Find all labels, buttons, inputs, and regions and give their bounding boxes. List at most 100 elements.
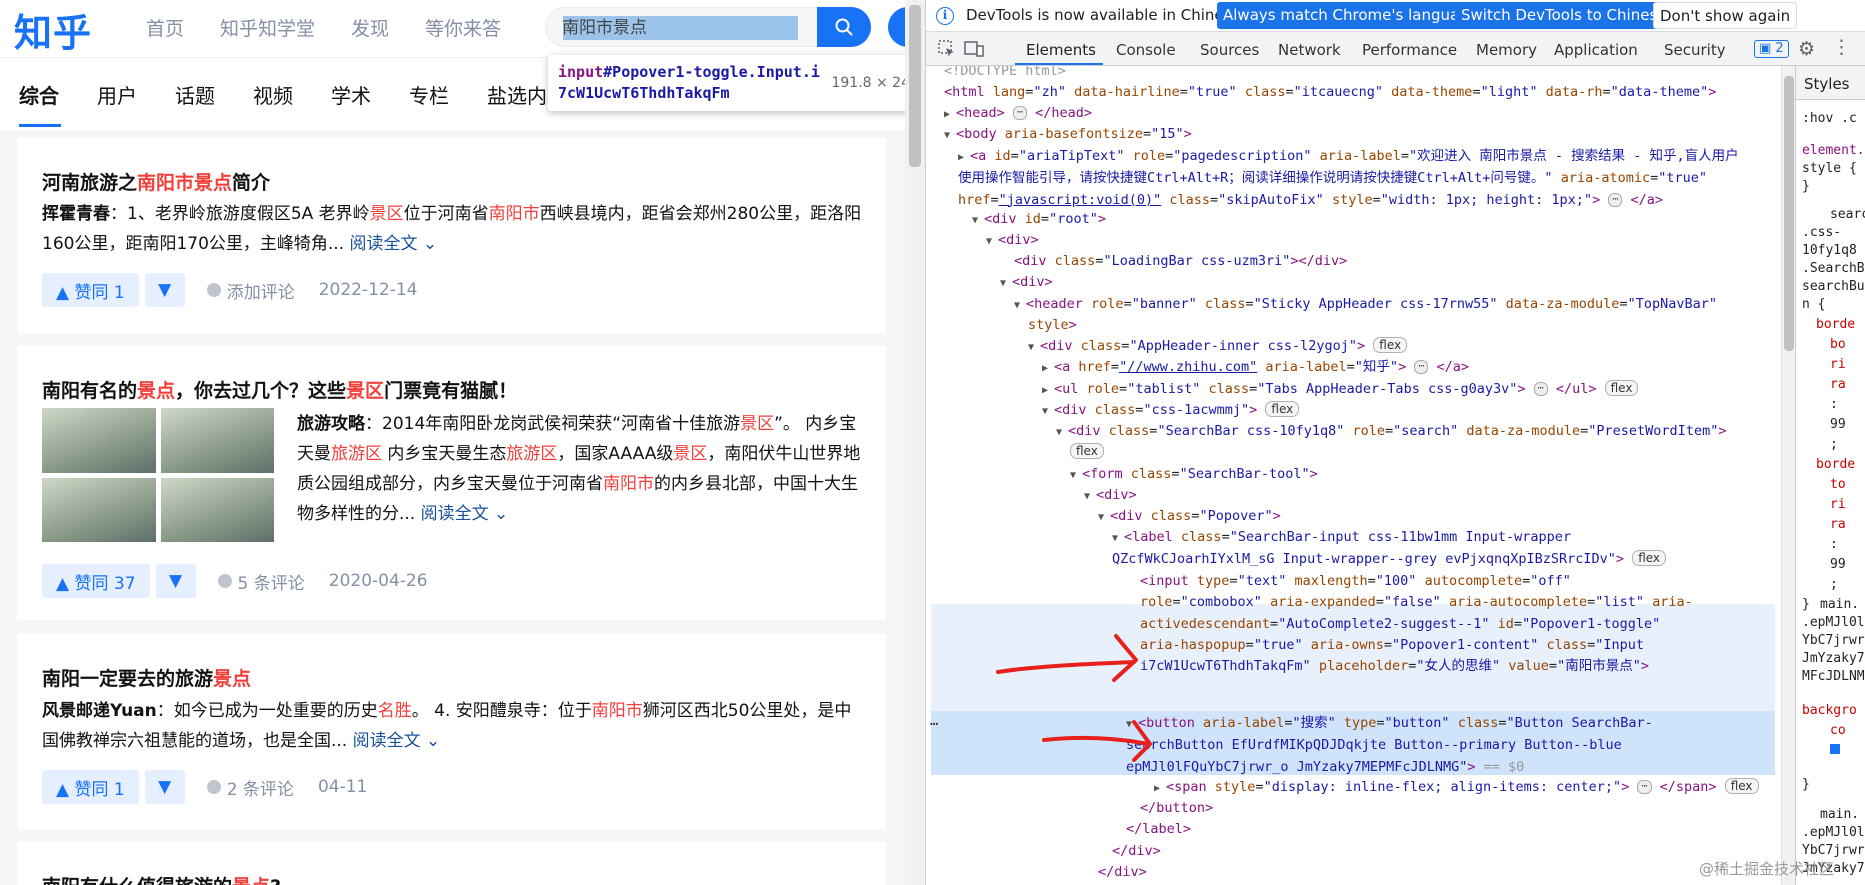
tab-elements[interactable]: Elements xyxy=(1026,41,1096,59)
result-actions: ▲ 赞同 1 ▼ 添加评论 2022-12-14 xyxy=(42,273,418,307)
result-title[interactable]: 南阳有名的景点，你去过几个？这些景区门票竟有猫腻！ xyxy=(42,376,517,403)
tab-columns[interactable]: 专栏 xyxy=(409,80,449,109)
dom-node[interactable]: ▼ <div> xyxy=(1084,485,1781,506)
tab-topics[interactable]: 话题 xyxy=(175,80,215,109)
dom-node[interactable]: ▼ <div> xyxy=(1000,272,1781,293)
downvote-button[interactable]: ▼ xyxy=(144,273,185,307)
dom-node[interactable]: </div> xyxy=(1098,862,1781,883)
zhihu-logo[interactable]: 知乎 xyxy=(14,2,92,57)
tab-application[interactable]: Application xyxy=(1554,41,1638,59)
inspect-element-tooltip: input#Popover1-toggle.Input.i7cW1UcwT6Th… xyxy=(548,55,905,111)
downvote-button[interactable]: ▼ xyxy=(155,564,196,598)
dom-node[interactable]: ▼ <div class="Popover"> xyxy=(1098,506,1781,527)
nav-discover[interactable]: 发现 xyxy=(351,14,389,41)
dom-node[interactable]: ▼ <div class="SearchBar css-10fy1q8" role… xyxy=(1056,421,1781,442)
result-excerpt[interactable]: 旅游攻略：2014年南阳卧龙岗武侯祠荣获“河南省十佳旅游景区”。 内乡宝天曼旅游… xyxy=(297,409,867,529)
dom-node[interactable]: ▼ <form class="SearchBar-tool"> xyxy=(1070,464,1781,485)
search-button[interactable] xyxy=(817,7,871,47)
tab-users[interactable]: 用户 xyxy=(97,80,137,109)
dom-node[interactable]: flex xyxy=(1070,442,1781,463)
tab-yanxuan[interactable]: 盐选内 xyxy=(487,80,547,109)
dom-node[interactable]: ▶ <a href="//www.zhihu.com" aria-label="知… xyxy=(1042,357,1781,378)
dom-node[interactable]: ▼ <div class="css-1acwmmj"> flex xyxy=(1042,400,1781,421)
element-size: 191.8 × 24 xyxy=(831,75,905,91)
style-prop: backgro xyxy=(1802,703,1857,718)
result-excerpt[interactable]: 风景邮递Yuan：如今已成为一处重要的历史名胜。 4. 安阳醴泉寺：位于南阳市狮… xyxy=(42,696,862,756)
dom-node[interactable]: <!DOCTYPE html> xyxy=(944,66,1781,82)
comment-button[interactable]: 2 条评论 xyxy=(206,775,294,800)
issues-badge[interactable]: ▣ 2 xyxy=(1754,40,1789,58)
dom-tree-scrollbar-thumb[interactable] xyxy=(1784,76,1794,351)
dom-node[interactable]: style> xyxy=(1028,315,1781,336)
result-actions: ▲ 赞同 1 ▼ 2 条评论 04-11 xyxy=(42,770,367,804)
dom-node[interactable]: </div> xyxy=(1112,841,1781,862)
color-swatch[interactable] xyxy=(1830,742,1840,760)
style-prop: : xyxy=(1830,397,1838,412)
result-title[interactable]: 南阳有什么值得旅游的景点? xyxy=(42,872,281,885)
styles-tab[interactable]: Styles xyxy=(1796,66,1865,100)
upvote-button[interactable]: ▲ 赞同 1 xyxy=(42,770,139,804)
tab-network[interactable]: Network xyxy=(1278,41,1341,59)
dom-tree-scrollbar[interactable] xyxy=(1781,66,1795,885)
tab-comprehensive[interactable]: 综合 xyxy=(19,80,59,109)
dom-node[interactable]: </button> xyxy=(1140,798,1781,819)
tab-sources[interactable]: Sources xyxy=(1200,41,1259,59)
dom-node[interactable]: <div class="LoadingBar css-uzm3ri"></div… xyxy=(1014,251,1781,272)
comment-button[interactable]: 添加评论 xyxy=(206,278,295,303)
dom-node[interactable]: ▼ <div id="root"> xyxy=(972,209,1781,230)
styles-filter[interactable]: :hov .c xyxy=(1802,110,1857,128)
dom-node[interactable]: ▼ <label class="SearchBar-input css-11bw1… xyxy=(1112,527,1702,571)
upvote-button[interactable]: ▲ 赞同 1 xyxy=(42,273,139,307)
read-more-link[interactable]: 阅读全文 ⌄ xyxy=(350,234,438,254)
dom-node[interactable]: ▼ <div class="AppHeader-inner css-l2ygoj"… xyxy=(1028,336,1781,357)
style-rule: .css- xyxy=(1802,225,1842,240)
nav-waiting-answers[interactable]: 等你来答 xyxy=(425,14,501,41)
tab-academic[interactable]: 学术 xyxy=(331,80,371,109)
dom-node[interactable]: ▶ <a id="ariaTipText" role="pagedescripti… xyxy=(958,146,1748,218)
dom-node[interactable]: ▼ <div> xyxy=(986,230,1781,251)
dom-node[interactable]: ▶ <ul role="tablist" class="Tabs AppHeade… xyxy=(1042,379,1781,400)
dont-show-again-button[interactable]: Don't show again xyxy=(1653,2,1798,29)
result-title[interactable]: 南阳一定要去的旅游景点 xyxy=(42,664,251,691)
elements-dom-tree[interactable]: <!DOCTYPE html> <html lang="zh" data-hai… xyxy=(926,66,1781,885)
settings-gear-icon[interactable]: ⚙ xyxy=(1798,38,1815,60)
dom-node[interactable]: ▼ <header role="banner" class="Sticky App… xyxy=(1014,294,1781,315)
tab-memory[interactable]: Memory xyxy=(1476,41,1537,59)
read-more-link[interactable]: 阅读全文 ⌄ xyxy=(353,731,441,751)
dom-node-button-selected[interactable]: ▼ <button aria-label="搜索" type="button" c… xyxy=(1126,713,1701,777)
nav-home[interactable]: 首页 xyxy=(146,14,184,41)
page-scrollbar[interactable] xyxy=(905,0,925,885)
downvote-button[interactable]: ▼ xyxy=(144,770,185,804)
dom-node[interactable]: <html lang="zh" data-hairline="true" cla… xyxy=(944,82,1781,103)
result-thumbnail[interactable] xyxy=(42,408,274,542)
comment-button[interactable]: 5 条评论 xyxy=(217,569,305,594)
tab-performance[interactable]: Performance xyxy=(1362,41,1457,59)
style-rule-link[interactable]: search xyxy=(1830,206,1865,224)
tab-security[interactable]: Security xyxy=(1664,41,1726,59)
inspect-element-icon[interactable] xyxy=(938,40,956,58)
page-scrollbar-thumb[interactable] xyxy=(909,5,921,167)
dom-node[interactable]: ▶ <span style="display: inline-flex; alig… xyxy=(1154,777,1781,798)
upvote-button[interactable]: ▲ 赞同 37 xyxy=(42,564,150,598)
dom-node[interactable]: ▶ <head> ⋯ </head> xyxy=(944,103,1781,124)
nav-zhixuetang[interactable]: 知乎知学堂 xyxy=(220,14,315,41)
more-options-icon[interactable]: ⋮ xyxy=(1832,36,1851,58)
switch-to-chinese-button[interactable]: Switch DevTools to Chinese xyxy=(1455,2,1673,29)
dom-node[interactable]: </label> xyxy=(1126,819,1781,840)
match-language-button[interactable]: Always match Chrome's language xyxy=(1217,2,1484,29)
style-rule-link[interactable]: main. xyxy=(1820,806,1859,824)
style-rule-link[interactable]: main. xyxy=(1820,596,1859,614)
result-title[interactable]: 河南旅游之南阳市景点简介 xyxy=(42,168,270,195)
tab-videos[interactable]: 视频 xyxy=(253,80,293,109)
result-excerpt[interactable]: 挥霍青春：1、老界岭旅游度假区5A 老界岭景区位于河南省南阳市西峡县境内，距省会… xyxy=(42,199,862,259)
search-result-card: 南阳一定要去的旅游景点 风景邮递Yuan：如今已成为一处重要的历史名胜。 4. … xyxy=(17,634,886,829)
tab-console[interactable]: Console xyxy=(1116,41,1176,59)
device-toggle-icon[interactable] xyxy=(964,40,984,58)
dom-node-input[interactable]: <input type="text" maxlength="100" autoc… xyxy=(1140,571,1700,677)
ask-question-button[interactable] xyxy=(888,7,905,47)
style-rule: MFcJDLNM xyxy=(1802,669,1865,684)
search-result-card: 南阳有什么值得旅游的景点? xyxy=(17,842,886,885)
node-actions-ellipsis[interactable]: ⋯ xyxy=(930,714,950,735)
dom-node[interactable]: ▼ <body aria-basefontsize="15"> xyxy=(944,124,1781,145)
read-more-link[interactable]: 阅读全文 ⌄ xyxy=(421,504,509,524)
